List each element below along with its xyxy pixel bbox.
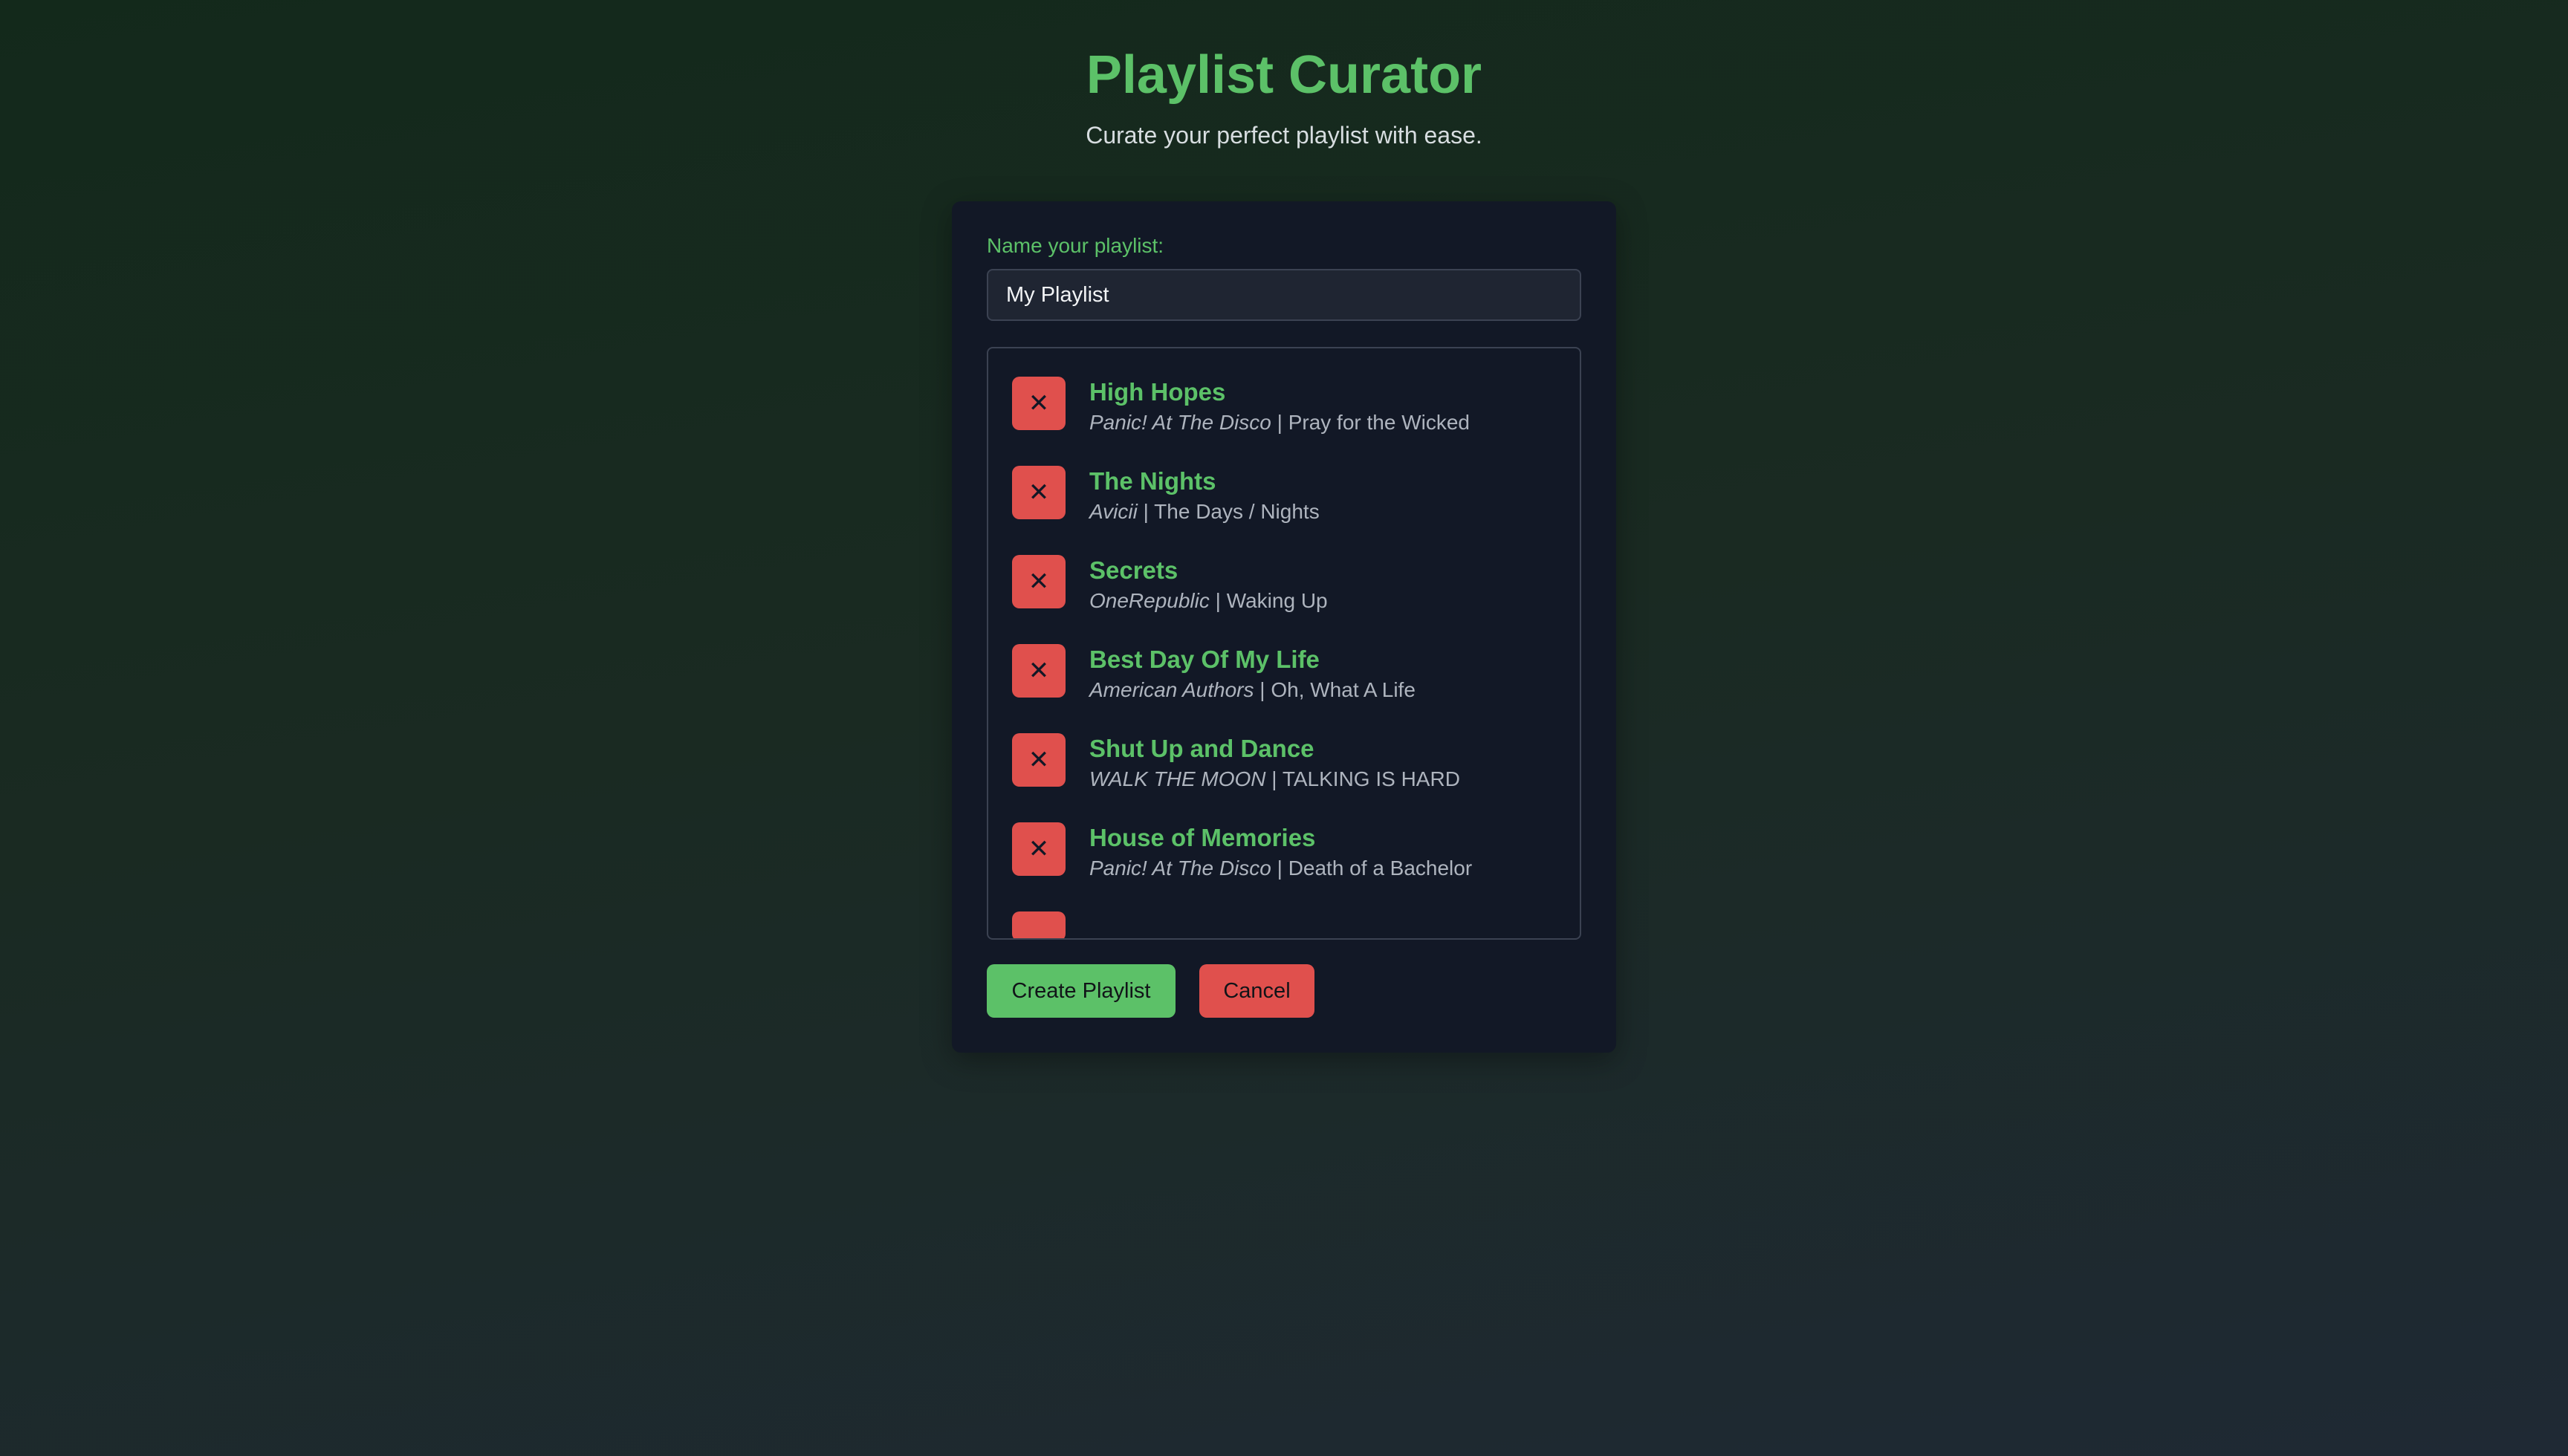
song-title: Best Day Of My Life [1089, 646, 1320, 673]
remove-song-button[interactable]: ✕ [1012, 466, 1066, 519]
playlist-form-card: Name your playlist: ✕ High Hopes Panic! … [952, 201, 1616, 1053]
song-list[interactable]: ✕ High Hopes Panic! At The Disco | Pray … [987, 347, 1581, 940]
playlist-name-label: Name your playlist: [987, 234, 1164, 257]
song-item: ✕ High Hopes Panic! At The Disco | Pray … [988, 377, 1580, 458]
song-artist: Panic! At The Disco [1089, 857, 1271, 880]
song-separator: | [1254, 678, 1271, 701]
song-meta: American Authors | Oh, What A Life [1089, 677, 1416, 703]
remove-song-button[interactable]: ✕ [1012, 733, 1066, 787]
song-title: House of Memories [1089, 824, 1316, 851]
song-artist: WALK THE MOON [1089, 767, 1266, 790]
song-title: High Hopes [1089, 378, 1226, 406]
close-icon: ✕ [1028, 568, 1050, 596]
song-item: ✕ Secrets OneRepublic | Waking Up [988, 555, 1580, 637]
song-separator: | [1137, 500, 1155, 523]
create-playlist-button[interactable]: Create Playlist [987, 964, 1176, 1018]
song-album: Oh, What A Life [1271, 678, 1416, 701]
song-album: Waking Up [1226, 589, 1328, 612]
song-meta: WALK THE MOON | TALKING IS HARD [1089, 766, 1460, 793]
song-meta: Avicii | The Days / Nights [1089, 498, 1320, 525]
close-icon: ✕ [1028, 657, 1050, 685]
song-separator: | [1209, 589, 1227, 612]
song-album: TALKING IS HARD [1282, 767, 1460, 790]
song-item: ✕ The Nights Avicii | The Days / Nights [988, 466, 1580, 547]
song-meta: Panic! At The Disco | Death of a Bachelo… [1089, 855, 1472, 882]
song-item: ✕ Shut Up and Dance WALK THE MOON | TALK… [988, 733, 1580, 815]
song-item: ✕ Best Day Of My Life American Authors |… [988, 644, 1580, 726]
song-title: Secrets [1089, 556, 1178, 584]
song-title: The Nights [1089, 467, 1216, 495]
song-artist: Panic! At The Disco [1089, 411, 1271, 434]
song-separator: | [1271, 857, 1288, 880]
song-album: Pray for the Wicked [1288, 411, 1470, 434]
cancel-button[interactable]: Cancel [1199, 964, 1314, 1018]
close-icon: ✕ [1028, 835, 1050, 863]
song-artist: Avicii [1089, 500, 1138, 523]
song-title: Shut Up and Dance [1089, 735, 1314, 762]
song-album: The Days / Nights [1154, 500, 1320, 523]
remove-song-button-partial[interactable] [1012, 911, 1066, 938]
page-title: Playlist Curator [1086, 45, 1482, 105]
song-separator: | [1265, 767, 1283, 790]
song-artist: American Authors [1089, 678, 1254, 701]
song-meta: Panic! At The Disco | Pray for the Wicke… [1089, 409, 1470, 436]
song-item: ✕ House of Memories Panic! At The Disco … [988, 822, 1580, 904]
song-separator: | [1271, 411, 1288, 434]
remove-song-button[interactable]: ✕ [1012, 555, 1066, 608]
close-icon: ✕ [1028, 389, 1050, 417]
song-album: Death of a Bachelor [1288, 857, 1473, 880]
remove-song-button[interactable]: ✕ [1012, 377, 1066, 430]
close-icon: ✕ [1028, 478, 1050, 507]
song-meta: OneRepublic | Waking Up [1089, 588, 1328, 614]
close-icon: ✕ [1028, 746, 1050, 774]
remove-song-button[interactable]: ✕ [1012, 644, 1066, 698]
song-artist: OneRepublic [1089, 589, 1210, 612]
playlist-name-input[interactable] [987, 269, 1581, 321]
remove-song-button[interactable]: ✕ [1012, 822, 1066, 876]
page-subtitle: Curate your perfect playlist with ease. [1086, 122, 1482, 149]
